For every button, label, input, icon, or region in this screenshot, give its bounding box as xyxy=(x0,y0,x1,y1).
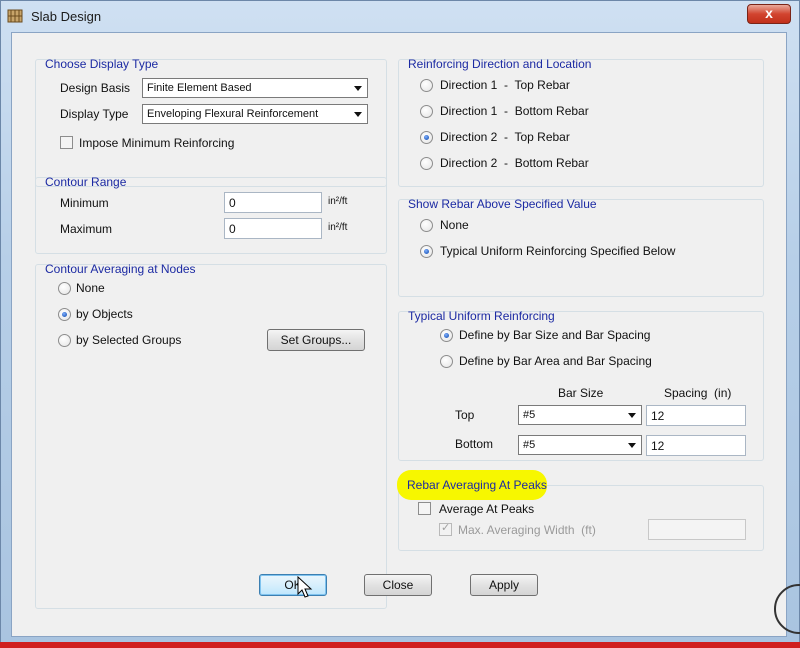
close-icon: x xyxy=(765,5,773,21)
minimum-input[interactable]: 0 xyxy=(224,192,322,213)
set-groups-button[interactable]: Set Groups... xyxy=(267,329,365,351)
bar-area-spacing-label: Define by Bar Area and Bar Spacing xyxy=(459,354,652,368)
check-icon: ✓ xyxy=(441,522,451,534)
impose-min-checkbox[interactable] xyxy=(60,136,73,149)
top-bar-size-select[interactable]: #5 xyxy=(518,405,642,425)
avg-none-radio[interactable] xyxy=(58,282,71,295)
contour-range-group: Contour Range xyxy=(35,175,387,254)
window-title: Slab Design xyxy=(31,9,102,24)
bar-size-spacing-radio[interactable] xyxy=(440,329,453,342)
top-row-label: Top xyxy=(455,408,475,422)
show-none-label: None xyxy=(440,218,469,232)
bottom-row-label: Bottom xyxy=(455,437,494,451)
bottom-spacing-input[interactable]: 12 xyxy=(646,435,746,456)
dir2-top-label: Direction 2 - Top Rebar xyxy=(440,130,570,144)
show-typical-label: Typical Uniform Reinforcing Specified Be… xyxy=(440,244,676,258)
bottom-bar-size-select[interactable]: #5 xyxy=(518,435,642,455)
avg-by-objects-label: by Objects xyxy=(76,307,133,321)
slab-design-window: Slab Design x Choose Display Type Design… xyxy=(0,0,800,648)
group-title: Choose Display Type xyxy=(45,57,159,71)
group-title: Reinforcing Direction and Location xyxy=(408,57,592,71)
average-at-peaks-checkbox[interactable] xyxy=(418,502,431,515)
avg-by-objects-radio[interactable] xyxy=(58,308,71,321)
mouse-cursor-icon xyxy=(297,576,313,598)
dir1-bottom-radio[interactable] xyxy=(420,105,433,118)
ok-button[interactable]: OK xyxy=(259,574,327,596)
chevron-down-icon xyxy=(354,86,362,91)
max-width-input[interactable] xyxy=(648,519,746,540)
group-title: Contour Averaging at Nodes xyxy=(45,262,196,276)
dir1-bottom-label: Direction 1 - Bottom Rebar xyxy=(440,104,589,118)
top-spacing-input[interactable]: 12 xyxy=(646,405,746,426)
bar-area-spacing-radio[interactable] xyxy=(440,355,453,368)
chevron-down-icon xyxy=(628,443,636,448)
show-typical-radio[interactable] xyxy=(420,245,433,258)
minimum-label: Minimum xyxy=(60,196,109,210)
design-basis-label: Design Basis xyxy=(60,81,131,95)
group-title: Contour Range xyxy=(45,175,127,189)
group-title: Show Rebar Above Specified Value xyxy=(408,197,597,211)
chevron-down-icon xyxy=(354,112,362,117)
avg-by-groups-label: by Selected Groups xyxy=(76,333,182,347)
dir1-top-label: Direction 1 - Top Rebar xyxy=(440,78,570,92)
average-at-peaks-label: Average At Peaks xyxy=(439,502,535,516)
max-width-checkbox[interactable]: ✓ xyxy=(439,522,452,536)
dir2-bottom-radio[interactable] xyxy=(420,157,433,170)
apply-button[interactable]: Apply xyxy=(470,574,538,596)
dir2-bottom-label: Direction 2 - Bottom Rebar xyxy=(440,156,589,170)
loading-ring-icon xyxy=(774,584,800,634)
chevron-down-icon xyxy=(628,413,636,418)
title-bar[interactable]: Slab Design x xyxy=(1,1,799,31)
spacing-header: Spacing (in) xyxy=(664,386,732,400)
rebar-averaging-title: Rebar Averaging At Peaks xyxy=(407,478,547,492)
display-type-select[interactable]: Enveloping Flexural Reinforcement xyxy=(142,104,368,124)
display-type-label: Display Type xyxy=(60,107,129,121)
group-title: Typical Uniform Reinforcing xyxy=(408,309,555,323)
show-none-radio[interactable] xyxy=(420,219,433,232)
app-icon xyxy=(7,9,23,23)
bar-size-spacing-label: Define by Bar Size and Bar Spacing xyxy=(459,328,651,342)
avg-by-groups-radio[interactable] xyxy=(58,334,71,347)
close-button[interactable]: Close xyxy=(364,574,432,596)
bar-size-header: Bar Size xyxy=(558,386,604,400)
dir1-top-radio[interactable] xyxy=(420,79,433,92)
dir2-top-radio[interactable] xyxy=(420,131,433,144)
impose-min-label: Impose Minimum Reinforcing xyxy=(79,136,235,150)
design-basis-select[interactable]: Finite Element Based xyxy=(142,78,368,98)
maximum-input[interactable]: 0 xyxy=(224,218,322,239)
dialog-body: Choose Display Type Design Basis Finite … xyxy=(11,32,787,637)
avg-none-label: None xyxy=(76,281,105,295)
max-width-label: Max. Averaging Width (ft) xyxy=(458,523,596,537)
maximum-unit: in²/ft xyxy=(328,222,348,233)
minimum-unit: in²/ft xyxy=(328,196,348,207)
bottom-border xyxy=(0,642,800,648)
maximum-label: Maximum xyxy=(60,222,113,236)
close-window-button[interactable]: x xyxy=(747,4,791,24)
